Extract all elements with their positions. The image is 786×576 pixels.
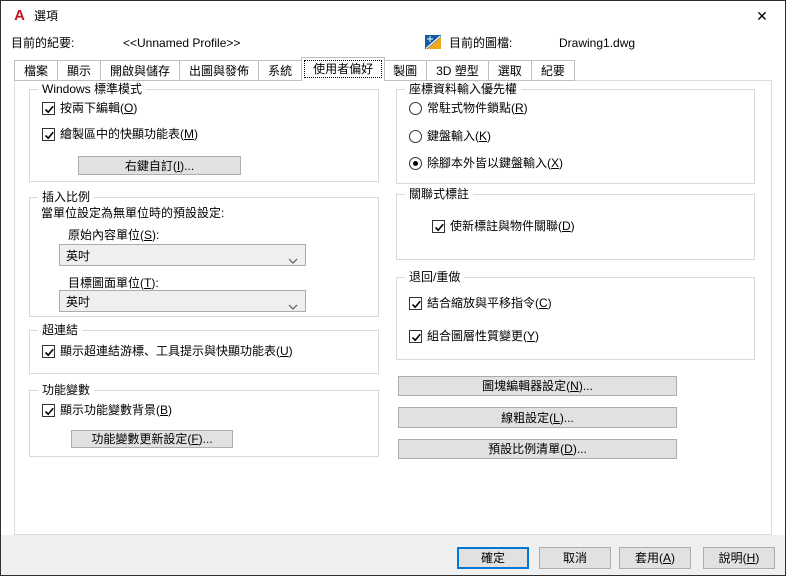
checkbox-icon [42,404,55,417]
combine-layer-property-label: 組合圖層性質變更(Y) [427,329,540,343]
group-windows-standard: Windows 標準模式 按兩下編輯(O) 繪製區中的快顯功能表(M) 右鍵自訂… [29,82,379,182]
running-osnap-label: 常駐式物件鎖點(R) [427,101,528,115]
keyboard-entry-radio[interactable]: 鍵盤輸入(K) [409,129,491,144]
tab-plot-publish[interactable]: 出圖與發佈 [180,60,260,81]
source-content-units-select[interactable]: 英吋 [59,244,306,266]
keyboard-entry-except-scripts-radio[interactable]: 除腳本外皆以鍵盤輸入(X) [409,156,563,171]
source-content-units-label: 原始內容單位(S): [68,228,160,242]
group-fields-legend: 功能變數 [38,383,95,398]
cancel-button[interactable]: 取消 [539,547,611,569]
window-title: 選項 [34,9,59,23]
tab-selection[interactable]: 選取 [488,60,532,81]
chevron-down-icon [288,299,298,313]
ok-button[interactable]: 確定 [457,547,529,569]
keyboard-entry-except-scripts-label: 除腳本外皆以鍵盤輸入(X) [427,156,564,170]
footer-bar: 確定 取消 套用(A) 說明(H) [1,535,785,575]
tab-3d-modeling[interactable]: 3D 塑型 [427,60,489,81]
target-drawing-units-select[interactable]: 英吋 [59,290,306,312]
group-undo-redo-legend: 退回/重做 [405,270,465,285]
tab-drafting[interactable]: 製圖 [384,60,428,81]
radio-icon [409,102,422,115]
associate-dimensions-label: 使新標註與物件關聯(D) [450,219,575,233]
group-windows-standard-legend: Windows 標準模式 [38,82,147,97]
keyboard-entry-label: 鍵盤輸入(K) [427,129,492,143]
group-hyperlink-legend: 超連結 [38,323,83,338]
group-insertion-scale: 插入比例 當單位設定為無單位時的預設設定: 原始內容單位(S): 英吋 目標圖面… [29,190,379,317]
double-click-editing-checkbox[interactable]: 按兩下編輯(O) [42,101,137,116]
tab-open-save[interactable]: 開啟與儲存 [101,60,181,81]
running-osnap-radio[interactable]: 常駐式物件鎖點(R) [409,101,528,116]
group-undo-redo: 退回/重做 結合縮放與平移指令(C) 組合圖層性質變更(Y) [396,270,755,360]
current-drawing-label: 目前的圖檔: [449,36,513,50]
hyperlink-cursor-label: 顯示超連結游標、工具提示與快顯功能表(U) [60,344,293,358]
close-icon[interactable]: ✕ [753,7,771,25]
right-click-customization-button[interactable]: 右鍵自訂(I)... [78,156,241,175]
group-fields: 功能變數 顯示功能變數背景(B) 功能變數更新設定(F)... [29,383,379,457]
autocad-icon: A [14,7,25,24]
chevron-down-icon [288,253,298,267]
source-content-units-value: 英吋 [66,248,91,263]
tab-user-preferences[interactable]: 使用者偏好 [301,57,386,81]
checkbox-icon [409,330,422,343]
group-coordinate-entry: 座標資料輸入優先權 常駐式物件鎖點(R) 鍵盤輸入(K) 除腳本外皆以鍵盤輸入(… [396,82,755,184]
checkbox-icon [42,102,55,115]
group-associative-dimensioning-legend: 關聯式標註 [405,187,474,202]
tab-display[interactable]: 顯示 [58,60,102,81]
checkbox-icon [42,345,55,358]
group-insertion-scale-legend: 插入比例 [38,190,95,205]
block-editor-settings-button[interactable]: 圖塊編輯器設定(N)... [398,376,677,396]
tab-files[interactable]: 檔案 [14,60,59,81]
tab-profiles[interactable]: 紀要 [531,60,575,81]
field-background-label: 顯示功能變數背景(B) [60,403,173,417]
default-scale-list-button[interactable]: 預設比例清單(D)... [398,439,677,459]
hyperlink-cursor-checkbox[interactable]: 顯示超連結游標、工具提示與快顯功能表(U) [42,344,293,359]
group-associative-dimensioning: 關聯式標註 使新標註與物件關聯(D) [396,187,755,260]
associate-dimensions-checkbox[interactable]: 使新標註與物件關聯(D) [432,219,575,234]
radio-icon [409,157,422,170]
checkbox-icon [409,297,422,310]
lineweight-settings-button[interactable]: 線粗設定(L)... [398,407,677,428]
insertion-scale-description: 當單位設定為無單位時的預設設定: [41,206,225,220]
combine-zoom-pan-checkbox[interactable]: 結合縮放與平移指令(C) [409,296,552,311]
tab-bar: 檔案 顯示 開啟與儲存 出圖與發佈 系統 使用者偏好 製圖 3D 塑型 選取 紀… [14,57,575,81]
apply-button[interactable]: 套用(A) [619,547,691,569]
current-profile-label: 目前的紀要: [11,36,75,50]
target-drawing-units-value: 英吋 [66,294,91,309]
target-drawing-units-label: 目標圖面單位(T): [68,276,159,290]
checkbox-icon [42,128,55,141]
title-bar: A 選項 ✕ [1,1,785,31]
radio-icon [409,130,422,143]
help-button[interactable]: 說明(H) [703,547,775,569]
combine-zoom-pan-label: 結合縮放與平移指令(C) [427,296,552,310]
group-hyperlink: 超連結 顯示超連結游標、工具提示與快顯功能表(U) [29,323,379,374]
current-drawing-value: Drawing1.dwg [559,36,636,50]
user-preferences-page: Windows 標準模式 按兩下編輯(O) 繪製區中的快顯功能表(M) 右鍵自訂… [14,80,772,535]
options-dialog: A 選項 ✕ 目前的紀要: <<Unnamed Profile>> 目前的圖檔:… [0,0,786,576]
current-profile-value: <<Unnamed Profile>> [123,36,241,50]
shortcut-menus-label: 繪製區中的快顯功能表(M) [60,127,198,141]
checkbox-icon [432,220,445,233]
combine-layer-property-checkbox[interactable]: 組合圖層性質變更(Y) [409,329,539,344]
shortcut-menus-checkbox[interactable]: 繪製區中的快顯功能表(M) [42,127,198,142]
field-update-settings-button[interactable]: 功能變數更新設定(F)... [71,430,233,448]
field-background-checkbox[interactable]: 顯示功能變數背景(B) [42,403,172,418]
dwg-file-icon [425,34,441,50]
double-click-editing-label: 按兩下編輯(O) [60,101,138,115]
tab-system[interactable]: 系統 [259,60,303,81]
group-coordinate-entry-legend: 座標資料輸入優先權 [405,82,522,97]
